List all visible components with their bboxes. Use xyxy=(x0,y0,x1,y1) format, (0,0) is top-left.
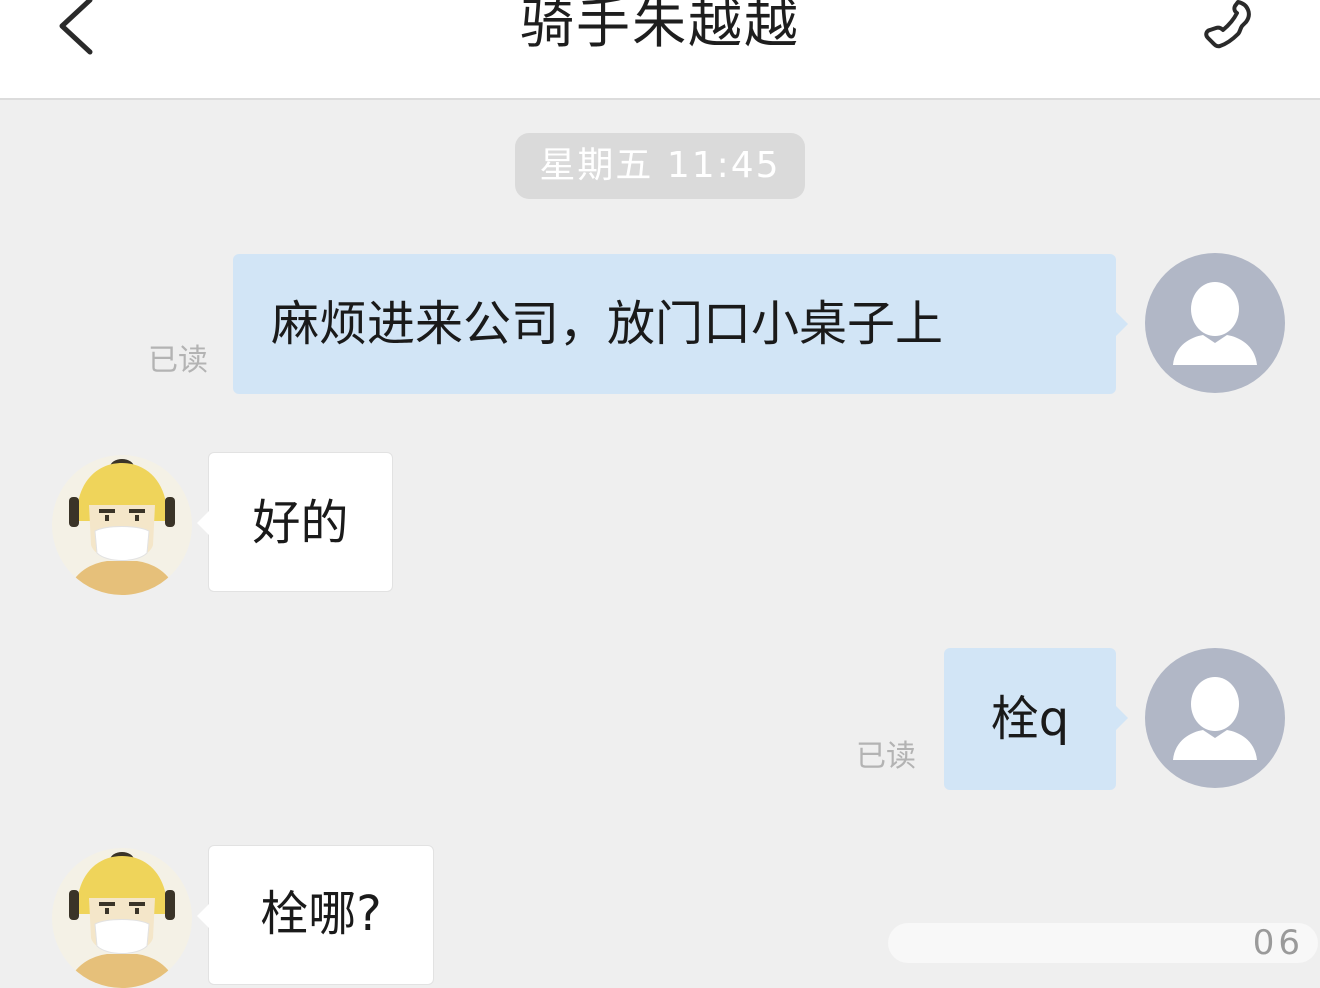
chat-header: 骑手朱越越 xyxy=(0,0,1320,100)
self-avatar[interactable] xyxy=(1145,253,1285,393)
timestamp-chip: 星期五 11:45 xyxy=(515,133,805,199)
user-silhouette-icon xyxy=(1173,677,1257,760)
message-text: 好的 xyxy=(252,495,349,551)
rider-avatar[interactable] xyxy=(52,455,192,595)
phone-icon[interactable] xyxy=(1196,0,1260,56)
read-receipt: 已读 xyxy=(856,739,916,774)
message-bubble-incoming[interactable]: 栓哪? xyxy=(197,845,434,985)
rider-avatar[interactable] xyxy=(52,848,192,988)
message-text: 栓q xyxy=(990,691,1070,747)
message-text: 栓哪? xyxy=(260,886,382,942)
courier-helmet-icon xyxy=(67,852,177,988)
user-silhouette-icon xyxy=(1173,282,1257,365)
message-bubble-outgoing[interactable]: 麻烦进来公司，放门口小桌子上 xyxy=(233,254,1128,394)
message-bubble-incoming[interactable]: 好的 xyxy=(197,452,393,592)
message-bubble-outgoing[interactable]: 栓q xyxy=(944,648,1128,790)
message-text: 麻烦进来公司，放门口小桌子上 xyxy=(271,296,944,352)
courier-helmet-icon xyxy=(67,459,177,595)
self-avatar[interactable] xyxy=(1145,648,1285,788)
watermark: 06 xyxy=(888,923,1318,963)
chat-title: 骑手朱越越 xyxy=(520,0,800,55)
read-receipt: 已读 xyxy=(148,343,208,378)
